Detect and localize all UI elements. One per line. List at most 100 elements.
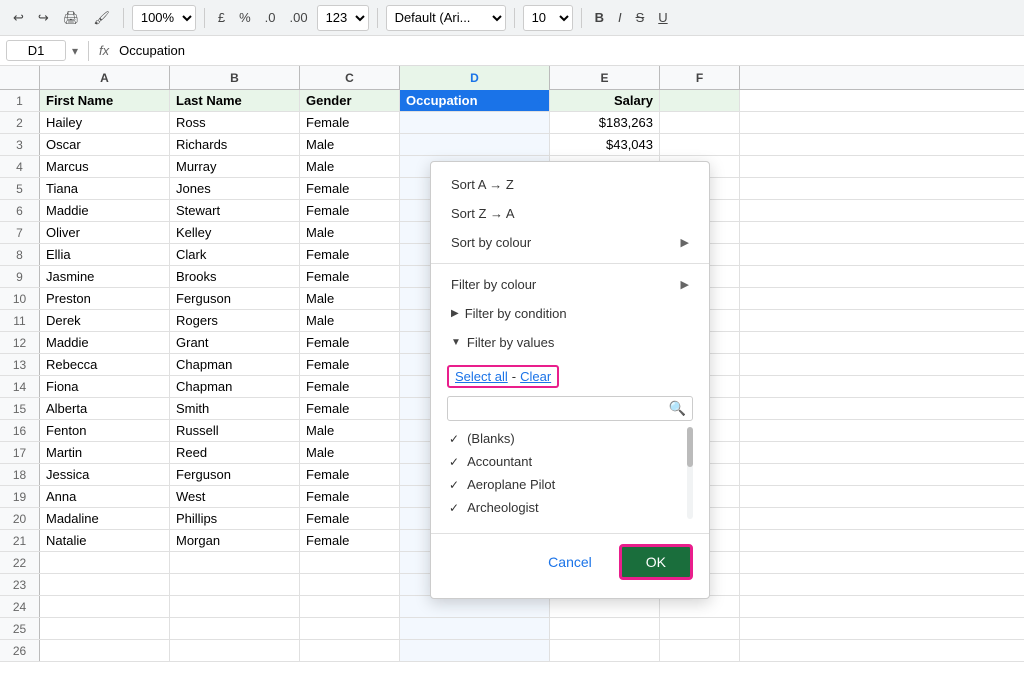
filter-item-blanks[interactable]: ✓ (Blanks) [447, 427, 693, 450]
scrollbar-track[interactable] [687, 427, 693, 519]
cell-lastname[interactable]: Clark [170, 244, 300, 265]
decimal-inc-button[interactable]: .00 [284, 7, 312, 28]
cell-salary[interactable]: $43,043 [550, 134, 660, 155]
cell-lastname[interactable]: Smith [170, 398, 300, 419]
cell-c1[interactable]: Gender [300, 90, 400, 111]
cell-firstname[interactable]: Jessica [40, 464, 170, 485]
cell-gender[interactable]: Male [300, 222, 400, 243]
sort-az-item[interactable]: Sort A → Z [431, 170, 709, 199]
underline-button[interactable]: U [653, 7, 672, 28]
filter-item-archeologist[interactable]: ✓ Archeologist [447, 496, 693, 519]
cell-salary[interactable]: $183,263 [550, 112, 660, 133]
cell-gender[interactable]: Female [300, 486, 400, 507]
col-header-b[interactable]: B [170, 66, 300, 90]
paint-format-button[interactable]: 🖌 [88, 7, 115, 29]
undo-button[interactable]: ↩ [8, 7, 29, 29]
cell-firstname[interactable]: Madaline [40, 508, 170, 529]
italic-button[interactable]: I [613, 7, 627, 28]
cell-firstname[interactable]: Fenton [40, 420, 170, 441]
cell-lastname[interactable]: Stewart [170, 200, 300, 221]
cell-firstname[interactable]: Oscar [40, 134, 170, 155]
cell-lastname[interactable]: Ross [170, 112, 300, 133]
cell-lastname[interactable]: Kelley [170, 222, 300, 243]
cell-gender[interactable]: Female [300, 200, 400, 221]
sort-za-item[interactable]: Sort Z → A [431, 199, 709, 228]
redo-button[interactable]: ↪ [33, 7, 54, 29]
cell-firstname[interactable]: Tiana [40, 178, 170, 199]
cell-gender[interactable]: Female [300, 530, 400, 551]
ok-button[interactable]: OK [619, 544, 693, 580]
cell-lastname[interactable]: Reed [170, 442, 300, 463]
cell-firstname[interactable]: Oliver [40, 222, 170, 243]
scrollbar-thumb[interactable] [687, 427, 693, 467]
cancel-button[interactable]: Cancel [531, 544, 609, 580]
filter-item-accountant[interactable]: ✓ Accountant [447, 450, 693, 473]
cell-lastname[interactable]: Rogers [170, 310, 300, 331]
formula-input[interactable]: Occupation [115, 41, 1018, 60]
cell-occupation[interactable] [400, 134, 550, 155]
cell-reference[interactable]: D1 [6, 40, 66, 61]
cell-gender[interactable]: Female [300, 376, 400, 397]
cell-lastname[interactable]: Morgan [170, 530, 300, 551]
cell-f1[interactable] [660, 90, 740, 111]
percent-button[interactable]: % [234, 7, 256, 28]
cell-gender[interactable]: Female [300, 244, 400, 265]
cell-lastname[interactable]: Phillips [170, 508, 300, 529]
cell-gender[interactable]: Female [300, 112, 400, 133]
cell-gender[interactable]: Male [300, 310, 400, 331]
cell-firstname[interactable]: Derek [40, 310, 170, 331]
cell-lastname[interactable]: West [170, 486, 300, 507]
cell-d1[interactable]: Occupation ▼ [400, 90, 550, 111]
cell-firstname[interactable]: Ellia [40, 244, 170, 265]
cell-firstname[interactable]: Anna [40, 486, 170, 507]
cell-lastname[interactable]: Brooks [170, 266, 300, 287]
col-header-f[interactable]: F [660, 66, 740, 90]
col-header-e[interactable]: E [550, 66, 660, 90]
zoom-select[interactable]: 100% [132, 5, 196, 31]
select-all-link[interactable]: Select all [455, 369, 508, 384]
cell-firstname[interactable]: Martin [40, 442, 170, 463]
cell-gender[interactable]: Female [300, 508, 400, 529]
cell-firstname[interactable]: Marcus [40, 156, 170, 177]
filter-colour-item[interactable]: Filter by colour ▶ [431, 270, 709, 299]
cell-firstname[interactable]: Rebecca [40, 354, 170, 375]
cell-f[interactable] [660, 112, 740, 133]
cell-lastname[interactable]: Ferguson [170, 288, 300, 309]
cell-firstname[interactable]: Preston [40, 288, 170, 309]
col-header-d[interactable]: D [400, 66, 550, 90]
cell-gender[interactable]: Male [300, 134, 400, 155]
filter-condition-item[interactable]: ▶ Filter by condition [431, 299, 709, 328]
number-format-select[interactable]: 123 [317, 5, 369, 31]
col-header-a[interactable]: A [40, 66, 170, 90]
cell-firstname[interactable]: Maddie [40, 332, 170, 353]
cell-gender[interactable]: Male [300, 442, 400, 463]
cell-gender[interactable]: Female [300, 332, 400, 353]
cell-gender[interactable]: Female [300, 354, 400, 375]
cell-firstname[interactable]: Jasmine [40, 266, 170, 287]
cell-lastname[interactable]: Grant [170, 332, 300, 353]
cell-lastname[interactable]: Jones [170, 178, 300, 199]
cell-b1[interactable]: Last Name [170, 90, 300, 111]
filter-values-item[interactable]: ▼ Filter by values [431, 328, 709, 357]
cell-firstname[interactable]: Hailey [40, 112, 170, 133]
cell-gender[interactable]: Female [300, 178, 400, 199]
strikethrough-button[interactable]: S [631, 7, 650, 28]
cell-gender[interactable]: Male [300, 420, 400, 441]
cell-occupation[interactable] [400, 112, 550, 133]
cell-gender[interactable]: Male [300, 156, 400, 177]
currency-button[interactable]: £ [213, 7, 230, 28]
filter-icon[interactable]: ▼ [535, 95, 545, 106]
sort-colour-item[interactable]: Sort by colour ▶ [431, 228, 709, 257]
cell-firstname[interactable]: Natalie [40, 530, 170, 551]
font-family-select[interactable]: Default (Ari... [386, 5, 506, 31]
cell-firstname[interactable]: Alberta [40, 398, 170, 419]
filter-search-input[interactable] [454, 401, 669, 416]
decimal-dec-button[interactable]: .0 [260, 7, 281, 28]
print-button[interactable]: 🖨 [58, 7, 85, 29]
cell-gender[interactable]: Female [300, 464, 400, 485]
cell-lastname[interactable]: Richards [170, 134, 300, 155]
cell-lastname[interactable]: Murray [170, 156, 300, 177]
cell-lastname[interactable]: Russell [170, 420, 300, 441]
cell-a1[interactable]: First Name [40, 90, 170, 111]
cell-lastname[interactable]: Ferguson [170, 464, 300, 485]
